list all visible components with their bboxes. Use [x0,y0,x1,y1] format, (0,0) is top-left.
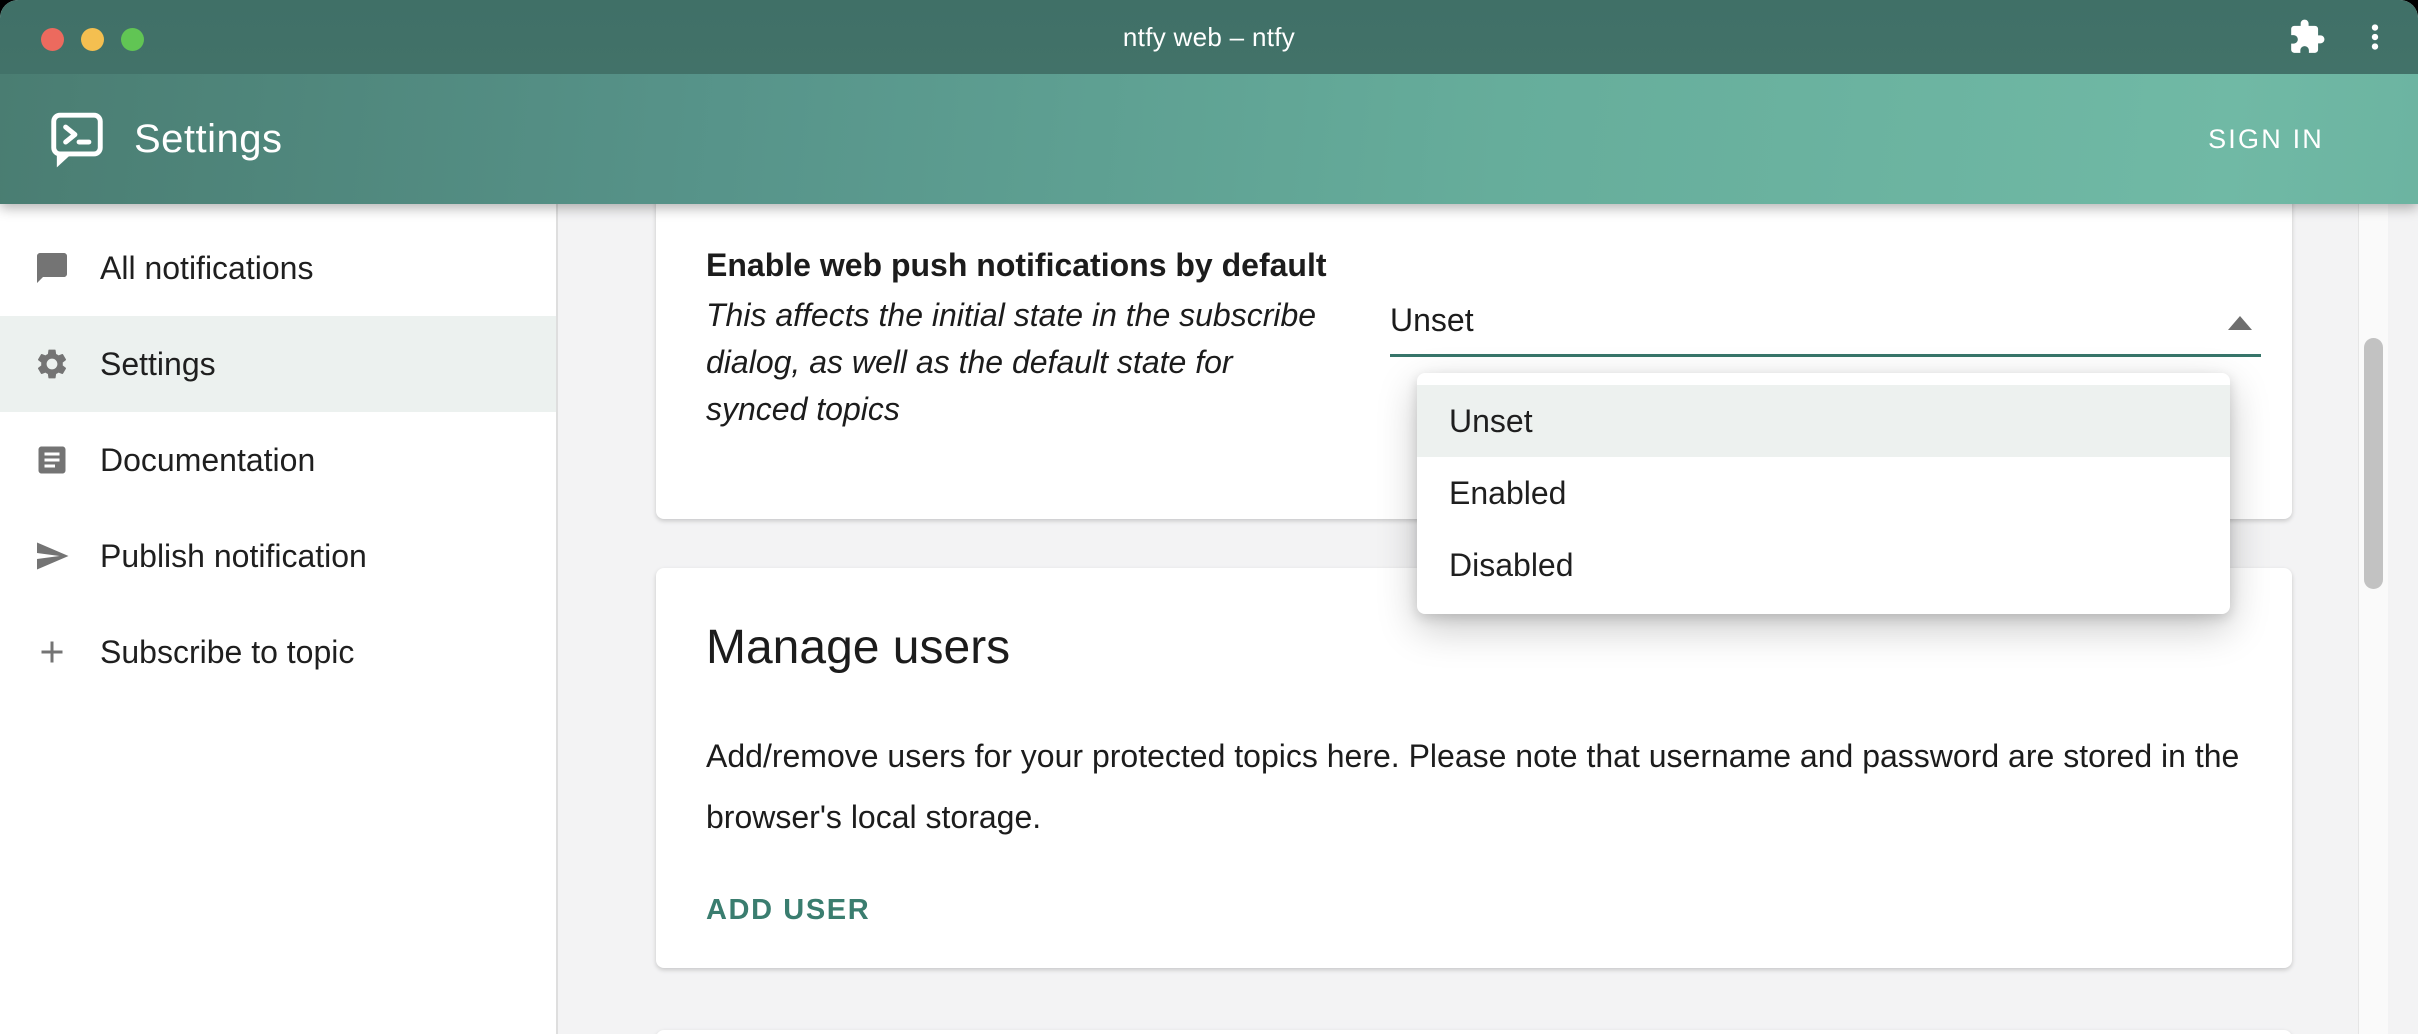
article-icon [34,442,70,478]
plus-icon [34,634,70,670]
scrollbar-track[interactable] [2358,204,2388,1034]
traffic-lights [41,28,144,51]
select-value: Unset [1390,302,1474,338]
card-title: Manage users [706,620,1010,675]
zoom-button[interactable] [121,28,144,51]
gear-icon [34,346,70,382]
browser-window: ntfy web – ntfy Settings SIGN IN [0,0,2418,1034]
close-button[interactable] [41,28,64,51]
card-description: Add/remove users for your protected topi… [706,726,2251,848]
manage-users-card: Manage users Add/remove users for your p… [656,568,2292,968]
settings-content: Enable web push notifications by default… [558,204,2388,1034]
setting-description: This affects the initial state in the su… [706,292,1326,433]
more-vert-icon[interactable] [2356,18,2394,56]
sidebar-item-label: Subscribe to topic [100,634,354,671]
scrollbar-thumb[interactable] [2364,338,2383,589]
ntfy-logo-icon [46,106,108,176]
menu-option-enabled[interactable]: Enabled [1417,457,2230,529]
send-icon [34,538,70,574]
setting-label: Enable web push notifications by default [706,247,1327,284]
sidebar: All notifications Settings Documentation… [0,204,558,1034]
chat-bubble-icon [34,250,70,286]
appbar: Settings SIGN IN [0,74,2418,204]
sidebar-item-label: Documentation [100,442,315,479]
sidebar-item-all-notifications[interactable]: All notifications [0,220,556,316]
titlebar: ntfy web – ntfy [0,0,2418,74]
extension-icon[interactable] [2288,18,2326,56]
add-user-button[interactable]: ADD USER [706,894,870,927]
sidebar-item-documentation[interactable]: Documentation [0,412,556,508]
page-title: Settings [134,117,283,162]
window-title: ntfy web – ntfy [0,22,2418,53]
sidebar-item-label: Settings [100,346,216,383]
menu-option-disabled[interactable]: Disabled [1417,529,2230,601]
select-underline [1390,354,2261,357]
menu-option-unset[interactable]: Unset [1417,385,2230,457]
sidebar-item-subscribe-to-topic[interactable]: Subscribe to topic [0,604,556,700]
select-dropdown-menu: Unset Enabled Disabled [1417,373,2230,614]
sidebar-item-label: All notifications [100,250,313,287]
sidebar-item-publish-notification[interactable]: Publish notification [0,508,556,604]
sign-in-button[interactable]: SIGN IN [2194,114,2338,165]
minimize-button[interactable] [81,28,104,51]
sidebar-item-settings[interactable]: Settings [0,316,556,412]
web-push-default-select[interactable]: Unset [1390,302,2261,367]
next-card-partial [656,1030,2292,1034]
arrow-drop-up-icon [2228,316,2252,330]
sidebar-item-label: Publish notification [100,538,367,575]
